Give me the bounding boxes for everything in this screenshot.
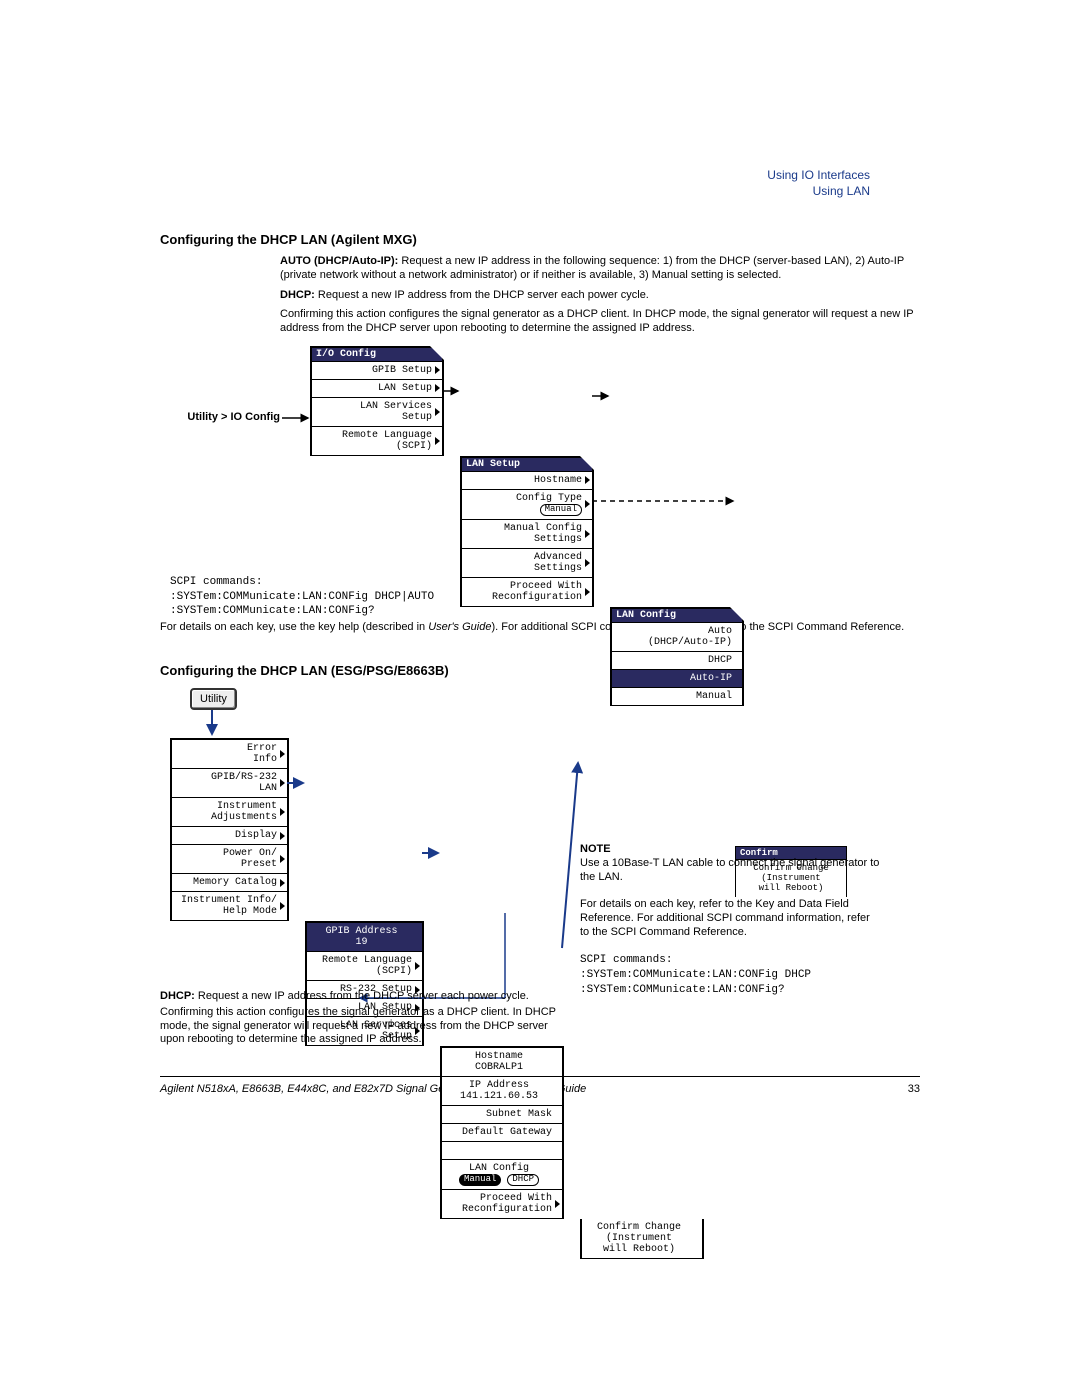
manual-badge: Manual xyxy=(540,504,582,516)
lan-setup-title: LAN Setup xyxy=(462,458,592,472)
chevron-right-icon xyxy=(585,530,590,538)
header-line2: Using LAN xyxy=(767,184,870,200)
note-body: Use a 10Base-T LAN cable to connect the … xyxy=(580,857,880,885)
page-header: Using IO Interfaces Using LAN xyxy=(767,168,870,199)
dhcp-block2: DHCP: Request a new IP address from the … xyxy=(160,988,570,1049)
manual-badge: Manual xyxy=(459,1174,501,1186)
ua-poweron[interactable]: Power On/ Preset xyxy=(172,845,287,874)
scpi2-cmd1: :SYSTem:COMMunicate:LAN:CONFig DHCP xyxy=(580,968,880,983)
chevron-right-icon xyxy=(435,366,440,374)
ub-gpib-addr[interactable]: GPIB Address 19 xyxy=(307,923,422,952)
menu-lan: Hostname COBRALP1 IP Address 141.121.60.… xyxy=(440,1046,564,1219)
chevron-right-icon xyxy=(415,962,420,970)
uc-hostname[interactable]: Hostname COBRALP1 xyxy=(442,1048,562,1077)
chevron-right-icon xyxy=(435,384,440,392)
ua-instrinfo[interactable]: Instrument Info/ Help Mode xyxy=(172,892,287,921)
auto-label: AUTO (DHCP/Auto-IP): xyxy=(280,255,398,267)
lan-config-title: LAN Config xyxy=(612,609,742,623)
section2-title: Configuring the DHCP LAN (ESG/PSG/E8663B… xyxy=(160,663,920,678)
ua-gpib[interactable]: GPIB/RS-232 LAN xyxy=(172,769,287,798)
chevron-right-icon xyxy=(280,750,285,758)
uc-proceed[interactable]: Proceed With Reconfiguration xyxy=(442,1190,562,1219)
footer-page: 33 xyxy=(908,1083,920,1095)
confirm-text: Confirming this action configures the si… xyxy=(280,308,920,336)
chevron-right-icon xyxy=(585,500,590,508)
confirm-text2: Confirming this action configures the si… xyxy=(160,1006,570,1047)
ref-body: For details on each key, refer to the Ke… xyxy=(580,898,880,939)
ud-confirm[interactable]: Confirm Change (Instrument will Reboot) xyxy=(582,1219,702,1259)
uc-gateway[interactable]: Default Gateway xyxy=(442,1124,562,1142)
utility-button[interactable]: Utility xyxy=(190,688,237,710)
dhcp-badge: DHCP xyxy=(507,1174,539,1186)
menu-utility: Error Info GPIB/RS-232 LAN Instrument Ad… xyxy=(170,738,289,921)
uc-lanconfig[interactable]: LAN ConfigManual DHCP xyxy=(442,1160,562,1190)
dhcp-label2: DHCP: xyxy=(160,990,195,1002)
io-config-title: I/O Config xyxy=(312,348,442,362)
scpi-head2: SCPI commands: xyxy=(580,953,880,968)
ua-instr-adj[interactable]: Instrument Adjustments xyxy=(172,798,287,827)
lancfg-item-autoip[interactable]: Auto-IP xyxy=(612,670,742,688)
lan-item-proceed[interactable]: Proceed With Reconfiguration xyxy=(462,578,592,607)
section1-title: Configuring the DHCP LAN (Agilent MXG) xyxy=(160,232,920,247)
chevron-right-icon xyxy=(585,476,590,484)
chevron-right-icon xyxy=(280,879,285,887)
section2-diagram: Utility Error Info GPIB/RS-232 LAN Instr… xyxy=(160,688,920,1058)
ua-error[interactable]: Error Info xyxy=(172,740,287,769)
chevron-right-icon xyxy=(280,902,285,910)
lancfg-item-auto[interactable]: Auto (DHCP/Auto-IP) xyxy=(612,623,742,652)
chevron-right-icon xyxy=(585,588,590,596)
note-header: NOTE xyxy=(580,843,880,857)
chevron-right-icon xyxy=(280,832,285,840)
chevron-right-icon xyxy=(435,408,440,416)
chevron-right-icon xyxy=(555,1200,560,1208)
section1-diagram: Utility > IO Config I/O Config GPIB Setu… xyxy=(160,346,920,571)
ua-memcat[interactable]: Memory Catalog xyxy=(172,874,287,892)
io-item-lan[interactable]: LAN Setup xyxy=(312,380,442,398)
menu-confirm2: Confirm Change (Instrument will Reboot) xyxy=(580,1219,704,1259)
ua-display[interactable]: Display xyxy=(172,827,287,845)
dhcp-text: Request a new IP address from the DHCP s… xyxy=(315,289,649,301)
uc-ip[interactable]: IP Address 141.121.60.53 xyxy=(442,1077,562,1106)
utility-io-label: Utility > IO Config xyxy=(160,411,280,423)
chevron-right-icon xyxy=(280,779,285,787)
chevron-right-icon xyxy=(435,437,440,445)
lan-setup-menu: LAN Setup Hostname Config TypeManual Man… xyxy=(460,456,594,607)
lan-item-manual[interactable]: Manual Config Settings xyxy=(462,520,592,549)
chevron-right-icon xyxy=(280,808,285,816)
section1-followup: For details on each key, use the key hel… xyxy=(160,621,920,635)
dhcp-label: DHCP: xyxy=(280,289,315,301)
io-config-menu: I/O Config GPIB Setup LAN Setup LAN Serv… xyxy=(310,346,444,456)
lan-item-advanced[interactable]: Advanced Settings xyxy=(462,549,592,578)
lancfg-item-dhcp[interactable]: DHCP xyxy=(612,652,742,670)
ub-remote[interactable]: Remote Language (SCPI) xyxy=(307,952,422,981)
uc-blank xyxy=(442,1142,562,1160)
io-item-gpib[interactable]: GPIB Setup xyxy=(312,362,442,380)
io-item-remote[interactable]: Remote Language (SCPI) xyxy=(312,427,442,456)
section1-body: AUTO (DHCP/Auto-IP): Request a new IP ad… xyxy=(280,255,920,336)
scpi2-cmd2: :SYSTem:COMMunicate:LAN:CONFig? xyxy=(580,983,880,998)
page: Using IO Interfaces Using LAN Configurin… xyxy=(0,0,1080,1155)
io-item-services[interactable]: LAN Services Setup xyxy=(312,398,442,427)
lan-item-hostname[interactable]: Hostname xyxy=(462,472,592,490)
chevron-right-icon xyxy=(585,559,590,567)
dhcp-text2: Request a new IP address from the DHCP s… xyxy=(195,990,529,1002)
note-block: NOTE Use a 10Base-T LAN cable to connect… xyxy=(580,843,880,998)
header-line1: Using IO Interfaces xyxy=(767,168,870,184)
lan-item-configtype[interactable]: Config TypeManual xyxy=(462,490,592,520)
uc-subnet[interactable]: Subnet Mask xyxy=(442,1106,562,1124)
chevron-right-icon xyxy=(280,855,285,863)
